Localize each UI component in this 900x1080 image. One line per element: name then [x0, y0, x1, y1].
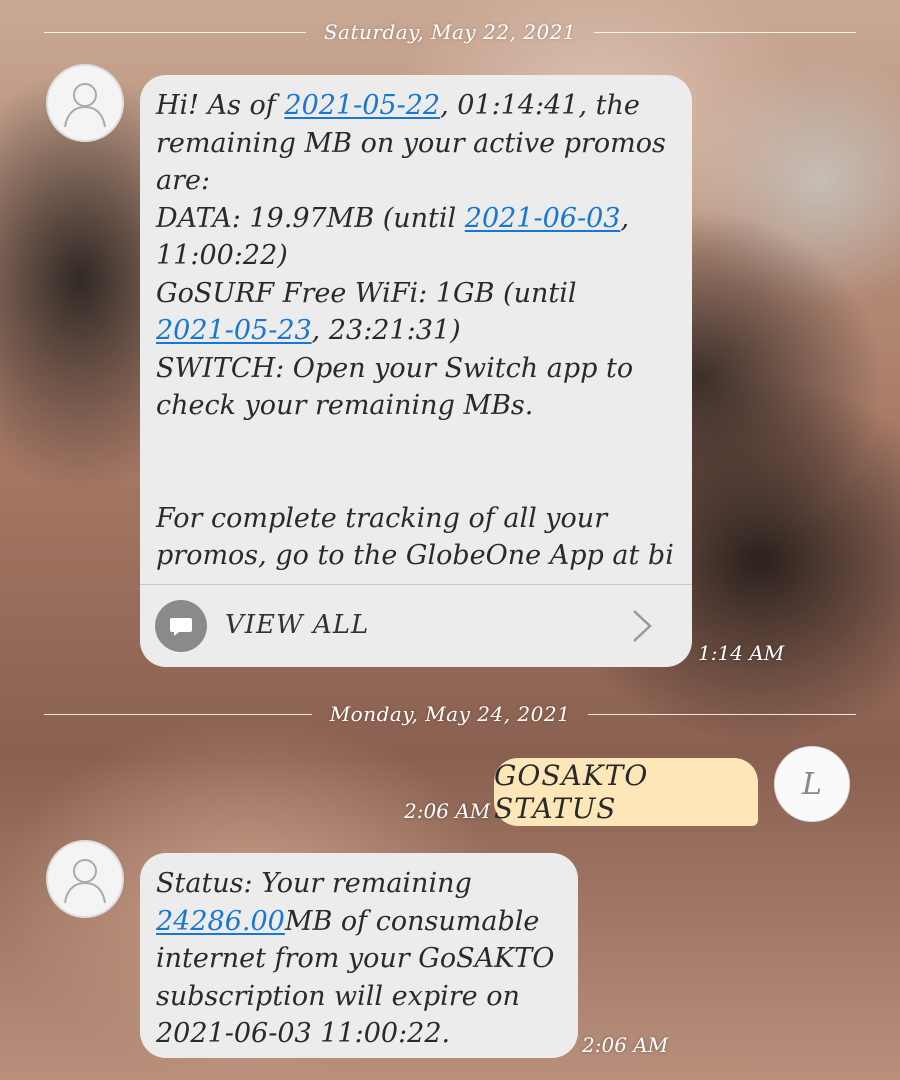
person-icon — [64, 859, 106, 904]
contact-avatar[interactable] — [46, 64, 124, 142]
received-message-bubble[interactable]: Status: Your remaining 24286.00MB of con… — [140, 853, 578, 1058]
chat-bubble-icon — [155, 600, 207, 652]
message-timestamp: 1:14 AM — [698, 641, 785, 665]
message-timestamp: 2:06 AM — [404, 799, 491, 823]
divider-line — [44, 713, 312, 715]
date-divider: Monday, May 24, 2021 — [44, 702, 857, 726]
chevron-right-icon — [633, 610, 652, 642]
view-all-button[interactable]: VIEW ALL — [140, 584, 692, 667]
divider-line — [588, 713, 857, 715]
message-text: GOSAKTO STATUS — [494, 759, 649, 825]
message-timestamp: 2:06 AM — [582, 1033, 669, 1057]
divider-line — [44, 31, 306, 33]
date-link[interactable]: 2021-05-23 — [156, 315, 312, 346]
date-label: Saturday, May 22, 2021 — [323, 20, 577, 44]
received-message-bubble[interactable]: Hi! As of 2021-05-22, 01:14:41, the rema… — [140, 75, 692, 667]
date-label: Monday, May 24, 2021 — [329, 702, 571, 726]
contact-avatar[interactable] — [46, 840, 124, 918]
message-text: Hi! As of 2021-05-22, 01:14:41, the rema… — [156, 90, 674, 571]
date-link[interactable]: 2021-05-22 — [284, 90, 440, 121]
date-divider: Saturday, May 22, 2021 — [44, 20, 856, 44]
message-text: Status: Your remaining 24286.00MB of con… — [156, 868, 555, 1049]
person-icon — [64, 83, 106, 128]
user-avatar[interactable]: L — [774, 746, 850, 822]
avatar-letter: L — [802, 766, 822, 802]
date-link[interactable]: 2021-06-03 — [465, 203, 621, 234]
divider-line — [594, 31, 856, 33]
number-link[interactable]: 24286.00 — [156, 906, 285, 937]
sent-message-bubble[interactable]: GOSAKTO STATUS — [494, 758, 758, 826]
view-all-label: VIEW ALL — [225, 610, 370, 641]
